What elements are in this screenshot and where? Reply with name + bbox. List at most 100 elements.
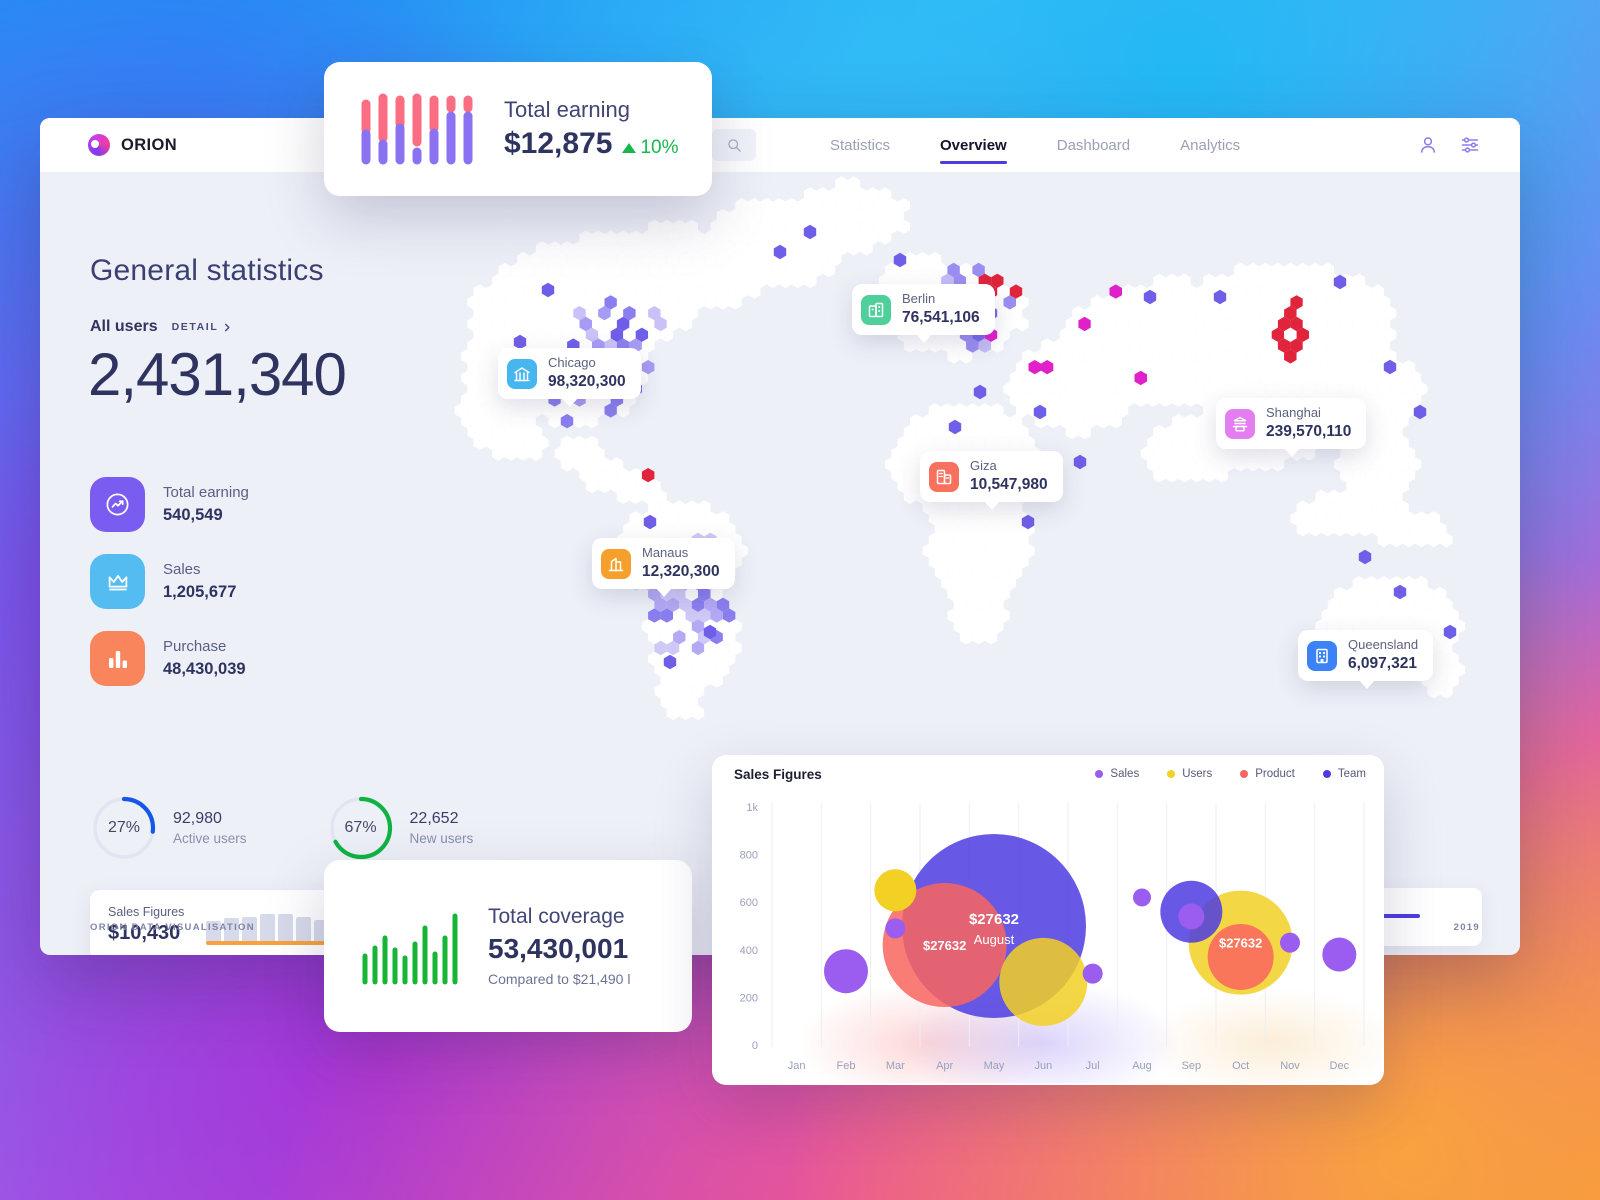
- bubble-sales[interactable]: [1178, 903, 1204, 929]
- all-users-value: 2,431,340: [88, 340, 346, 409]
- apartment-icon: [1307, 641, 1337, 671]
- delta-text: 10%: [640, 137, 678, 159]
- bubble-product[interactable]: [1208, 924, 1274, 990]
- x-tick-label: Jan: [788, 1060, 806, 1072]
- page-title: General statistics: [90, 254, 324, 288]
- marker-city: Giza: [970, 459, 1048, 473]
- x-tick-label: Sep: [1182, 1060, 1202, 1072]
- detail-link[interactable]: DETAIL: [172, 321, 233, 333]
- total-earning-delta: 10%: [622, 137, 678, 159]
- marker-value: 98,320,300: [548, 373, 626, 391]
- pagoda-icon: [1225, 409, 1255, 439]
- marker-city: Chicago: [548, 356, 626, 370]
- legend-item-team[interactable]: Team: [1323, 768, 1366, 780]
- map-marker-giza[interactable]: Giza 10,547,980: [920, 451, 1063, 502]
- x-tick-label: Dec: [1330, 1060, 1350, 1072]
- chevron-right-icon: [223, 323, 232, 332]
- all-users-label: All users: [90, 318, 158, 336]
- donut-active-users: 27% 92,980 Active users: [90, 794, 247, 862]
- search-icon: [727, 138, 742, 153]
- bubble-label: $27632: [1219, 936, 1262, 951]
- sliders-icon[interactable]: [1460, 135, 1480, 155]
- bubble-users[interactable]: [999, 938, 1087, 1026]
- x-tick-label: Mar: [886, 1060, 905, 1072]
- total-coverage-card[interactable]: Total coverage 53,430,001 Compared to $2…: [324, 860, 692, 1032]
- legend-item-product[interactable]: Product: [1240, 768, 1295, 780]
- legend-dot: [1323, 770, 1331, 778]
- sales-figures-chart-card[interactable]: Sales Figures Sales Users Product Team 0 200…: [712, 755, 1384, 1085]
- stat-item-purchase[interactable]: Purchase 48,430,039: [90, 631, 249, 686]
- legend-label: Users: [1182, 768, 1212, 780]
- marker-city: Shanghai: [1266, 406, 1351, 420]
- stat-list: Total earning 540,549 Sales 1,205,677 Pu…: [90, 477, 249, 686]
- user-icon[interactable]: [1418, 135, 1438, 155]
- sales-figures-label: Sales Figures: [108, 905, 184, 919]
- x-tick-label: Feb: [837, 1060, 856, 1072]
- donut-label: New users: [410, 831, 474, 846]
- total-coverage-value: 53,430,001: [488, 933, 630, 965]
- marker-value: 12,320,300: [642, 563, 720, 581]
- marker-city: Berlin: [902, 292, 980, 306]
- building-icon: [861, 295, 891, 325]
- office-icon: [929, 462, 959, 492]
- marker-city: Queensland: [1348, 638, 1418, 652]
- y-tick-label: 400: [740, 945, 758, 957]
- x-tick-label: Oct: [1232, 1060, 1249, 1072]
- map-marker-chicago[interactable]: Chicago 98,320,300: [498, 348, 641, 399]
- x-tick-label: Jul: [1086, 1060, 1100, 1072]
- donut-percent: 67%: [327, 794, 395, 862]
- bubble-sales[interactable]: [1322, 938, 1356, 972]
- footer-year: 2019: [1454, 922, 1480, 933]
- stat-value: 48,430,039: [163, 660, 246, 679]
- legend-item-users[interactable]: Users: [1167, 768, 1212, 780]
- x-tick-label: Apr: [936, 1060, 953, 1072]
- map-marker-shanghai[interactable]: Shanghai 239,570,110: [1216, 398, 1366, 449]
- footer-brand: ORION DATA VISUALISATION: [90, 922, 255, 933]
- chart-title: Sales Figures: [734, 767, 822, 782]
- crown-icon: [90, 554, 145, 609]
- legend-dot: [1167, 770, 1175, 778]
- total-earning-label: Total earning: [504, 97, 678, 123]
- marker-value: 76,541,106: [902, 309, 980, 327]
- stat-item-total-earning[interactable]: Total earning 540,549: [90, 477, 249, 532]
- coverage-bars-icon: [360, 906, 460, 986]
- marker-value: 239,570,110: [1266, 423, 1351, 441]
- x-tick-label: Aug: [1132, 1060, 1152, 1072]
- marker-city: Manaus: [642, 546, 720, 560]
- stat-value: 540,549: [163, 506, 249, 525]
- total-earning-value: $12,875: [504, 127, 612, 161]
- y-tick-label: 600: [740, 897, 758, 909]
- tower-icon: [601, 549, 631, 579]
- logo-label: ORION: [121, 136, 177, 155]
- total-coverage-subtitle: Compared to $21,490 l: [488, 971, 630, 987]
- bubble-sales[interactable]: [1083, 964, 1103, 984]
- marker-value: 10,547,980: [970, 476, 1048, 494]
- legend-item-sales[interactable]: Sales: [1095, 768, 1139, 780]
- donut-number: 22,652: [410, 810, 474, 828]
- x-tick-label: May: [984, 1060, 1005, 1072]
- bubble-sales[interactable]: [885, 918, 905, 938]
- donut-new-users: 67% 22,652 New users: [327, 794, 474, 862]
- search-button[interactable]: [712, 129, 756, 161]
- bubble-sales[interactable]: [824, 949, 868, 993]
- bubble-sales[interactable]: [1133, 888, 1151, 906]
- trend-circle-icon: [90, 477, 145, 532]
- donut-chart: 27%: [90, 794, 158, 862]
- donut-number: 92,980: [173, 810, 247, 828]
- bubble-users[interactable]: [874, 869, 916, 911]
- bubble-sales[interactable]: [1280, 933, 1300, 953]
- legend-dot: [1240, 770, 1248, 778]
- map-marker-berlin[interactable]: Berlin 76,541,106: [852, 284, 995, 335]
- stat-label: Total earning: [163, 484, 249, 501]
- y-tick-label: 200: [740, 992, 758, 1004]
- marker-value: 6,097,321: [1348, 655, 1418, 673]
- stat-item-sales[interactable]: Sales 1,205,677: [90, 554, 249, 609]
- earning-bars-icon: [358, 90, 478, 168]
- logo[interactable]: ORION: [88, 134, 177, 156]
- map-marker-queensland[interactable]: Queensland 6,097,321: [1298, 630, 1433, 681]
- total-earning-card[interactable]: Total earning $12,875 10%: [324, 62, 712, 196]
- bubble-chart-plot: 02004006008001k$27632August$27632 $27632J…: [712, 793, 1384, 1083]
- map-marker-manaus[interactable]: Manaus 12,320,300: [592, 538, 735, 589]
- legend-label: Sales: [1110, 768, 1139, 780]
- donut-label: Active users: [173, 831, 247, 846]
